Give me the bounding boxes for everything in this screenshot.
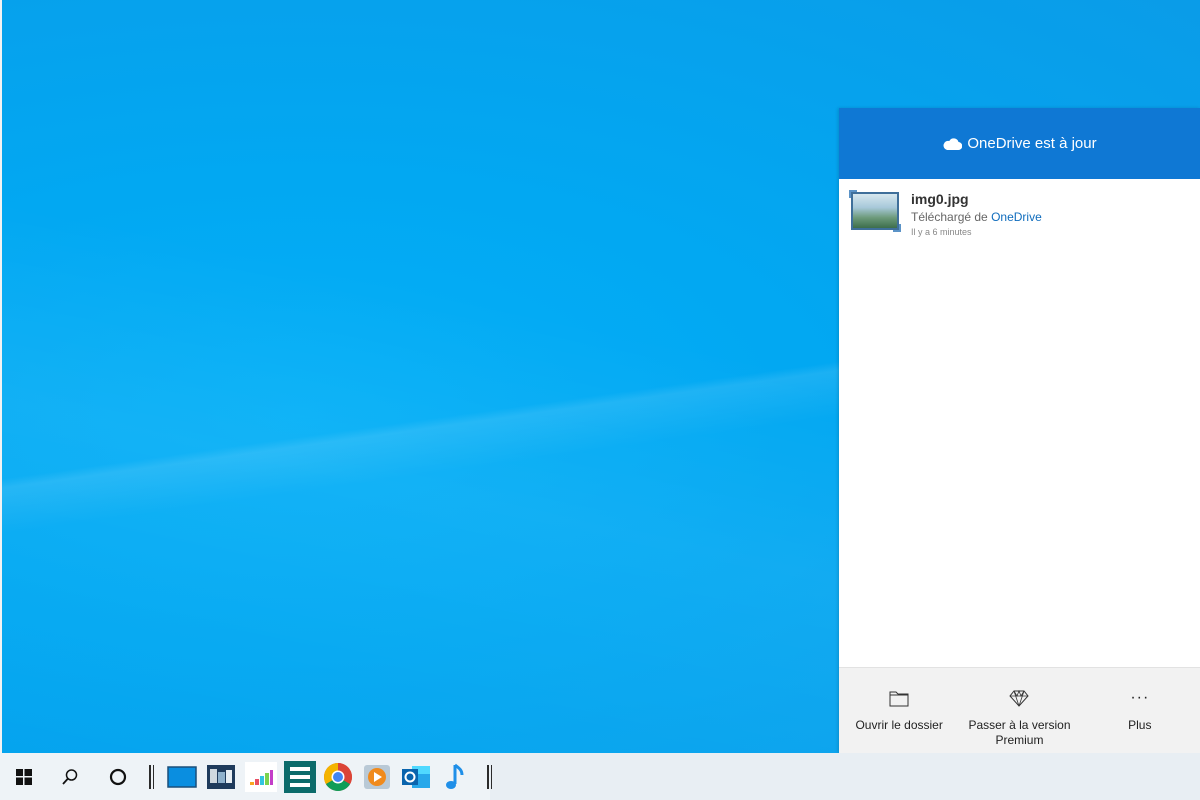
more-label: Plus bbox=[1128, 718, 1152, 732]
taskbar-divider-right bbox=[484, 753, 494, 800]
music-note-icon bbox=[446, 763, 464, 789]
taskbar-app-desktop[interactable] bbox=[164, 753, 200, 800]
deezer-icon bbox=[245, 761, 277, 792]
file-manager-icon bbox=[207, 764, 235, 789]
flyout-title: OneDrive est à jour bbox=[967, 135, 1097, 152]
file-name: img0.jpg bbox=[911, 191, 969, 207]
file-time: Il y a 6 minutes bbox=[911, 227, 972, 237]
start-button[interactable] bbox=[4, 753, 44, 800]
open-folder-label: Ouvrir le dossier bbox=[855, 718, 943, 732]
search-icon bbox=[62, 768, 78, 785]
onedrive-link[interactable]: OneDrive bbox=[991, 210, 1042, 224]
cloud-icon bbox=[943, 137, 963, 150]
windows-logo-icon bbox=[16, 768, 32, 785]
chrome-icon bbox=[324, 762, 352, 791]
more-button[interactable]: ··· Plus bbox=[1085, 688, 1195, 733]
premium-label-line1: Passer à la version bbox=[968, 718, 1071, 732]
premium-label-line2: Premium bbox=[995, 733, 1044, 747]
divider-line bbox=[486, 764, 492, 789]
cortana-icon bbox=[109, 768, 127, 785]
screen-edge bbox=[0, 0, 2, 753]
taskbar-app-music[interactable] bbox=[437, 753, 473, 800]
activity-item[interactable]: img0.jpg Téléchargé de OneDrive Il y a 6… bbox=[849, 190, 1188, 237]
diamond-icon bbox=[1009, 689, 1030, 707]
cortana-button[interactable] bbox=[98, 753, 138, 800]
taskbar-app-media-player[interactable] bbox=[359, 753, 395, 800]
media-player-icon bbox=[364, 764, 390, 789]
file-description: Téléchargé de OneDrive bbox=[911, 210, 1042, 224]
image-thumbnail-icon bbox=[849, 190, 901, 232]
activity-text: img0.jpg Téléchargé de OneDrive Il y a 6… bbox=[911, 191, 1042, 237]
flyout-header: OneDrive est à jour bbox=[839, 108, 1200, 179]
desc-prefix: Téléchargé de bbox=[911, 210, 988, 224]
premium-button[interactable]: Passer à la version Premium bbox=[964, 688, 1074, 748]
taskbar-app-elementor[interactable] bbox=[282, 753, 318, 800]
taskbar-app-deezer[interactable] bbox=[243, 753, 279, 800]
flyout-footer: Ouvrir le dossier Passer à la version Pr… bbox=[839, 667, 1200, 753]
activity-list: img0.jpg Téléchargé de OneDrive Il y a 6… bbox=[839, 179, 1200, 667]
taskbar-app-chrome[interactable] bbox=[320, 753, 356, 800]
search-button[interactable] bbox=[50, 753, 90, 800]
taskbar-app-outlook[interactable] bbox=[398, 753, 434, 800]
outlook-icon bbox=[402, 765, 430, 788]
elementor-icon bbox=[284, 760, 316, 793]
taskbar-divider bbox=[146, 753, 156, 800]
open-folder-button[interactable]: Ouvrir le dossier bbox=[844, 688, 954, 733]
more-dots-icon: ··· bbox=[1130, 689, 1150, 706]
divider-line bbox=[148, 764, 154, 789]
taskbar-app-file-manager[interactable] bbox=[203, 753, 239, 800]
folder-icon bbox=[889, 691, 909, 707]
onedrive-flyout: OneDrive est à jour img0.jpg Téléchargé … bbox=[839, 108, 1200, 753]
desktop-app-icon bbox=[167, 765, 197, 788]
